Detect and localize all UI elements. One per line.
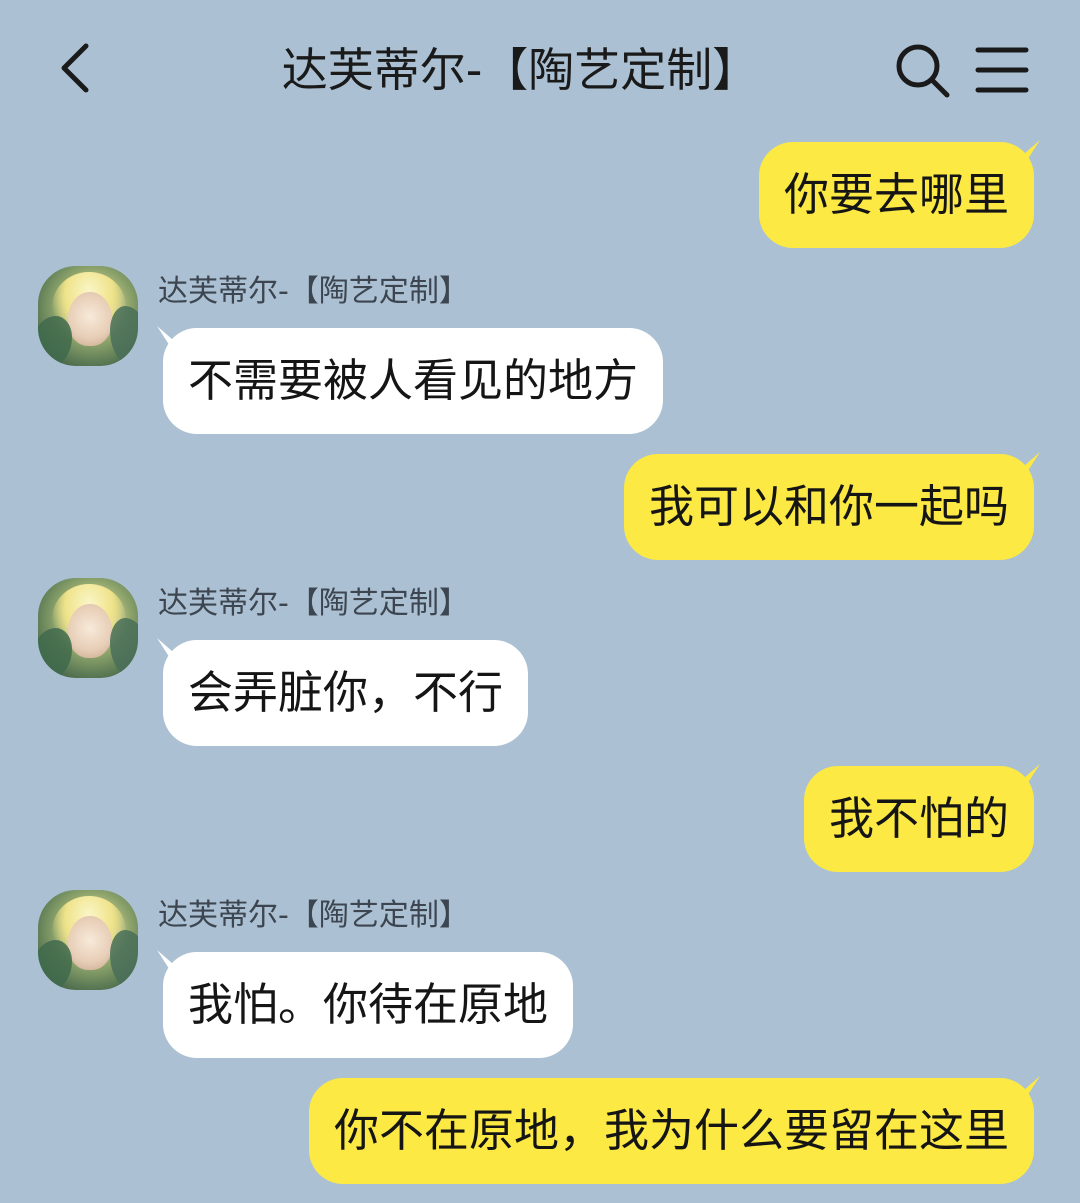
- menu-icon: [975, 47, 1029, 93]
- search-icon: [896, 44, 950, 98]
- avatar[interactable]: [38, 266, 138, 366]
- chat-title: 达芙蒂尔-【陶艺定制】: [281, 43, 759, 97]
- sender-name: 达芙蒂尔-【陶艺定制】: [158, 274, 469, 309]
- avatar[interactable]: [38, 578, 138, 678]
- sender-name: 达芙蒂尔-【陶艺定制】: [158, 586, 469, 621]
- menu-button[interactable]: [972, 40, 1032, 100]
- outgoing-message[interactable]: 我不怕的: [803, 766, 1034, 872]
- incoming-message[interactable]: 不需要被人看见的地方: [163, 328, 664, 434]
- incoming-message[interactable]: 我怕。你待在原地: [163, 952, 574, 1058]
- chevron-left-icon: [61, 43, 89, 93]
- sender-name: 达芙蒂尔-【陶艺定制】: [158, 898, 469, 933]
- outgoing-message[interactable]: 你不在原地，我为什么要留在这里: [308, 1078, 1034, 1184]
- incoming-message[interactable]: 会弄脏你，不行: [163, 640, 529, 746]
- outgoing-message[interactable]: 我可以和你一起吗: [623, 454, 1034, 560]
- search-button[interactable]: [890, 38, 954, 102]
- chat-header: 达芙蒂尔-【陶艺定制】: [0, 0, 1080, 140]
- outgoing-message[interactable]: 你要去哪里: [758, 142, 1034, 248]
- back-button[interactable]: [44, 36, 108, 100]
- avatar[interactable]: [38, 890, 138, 990]
